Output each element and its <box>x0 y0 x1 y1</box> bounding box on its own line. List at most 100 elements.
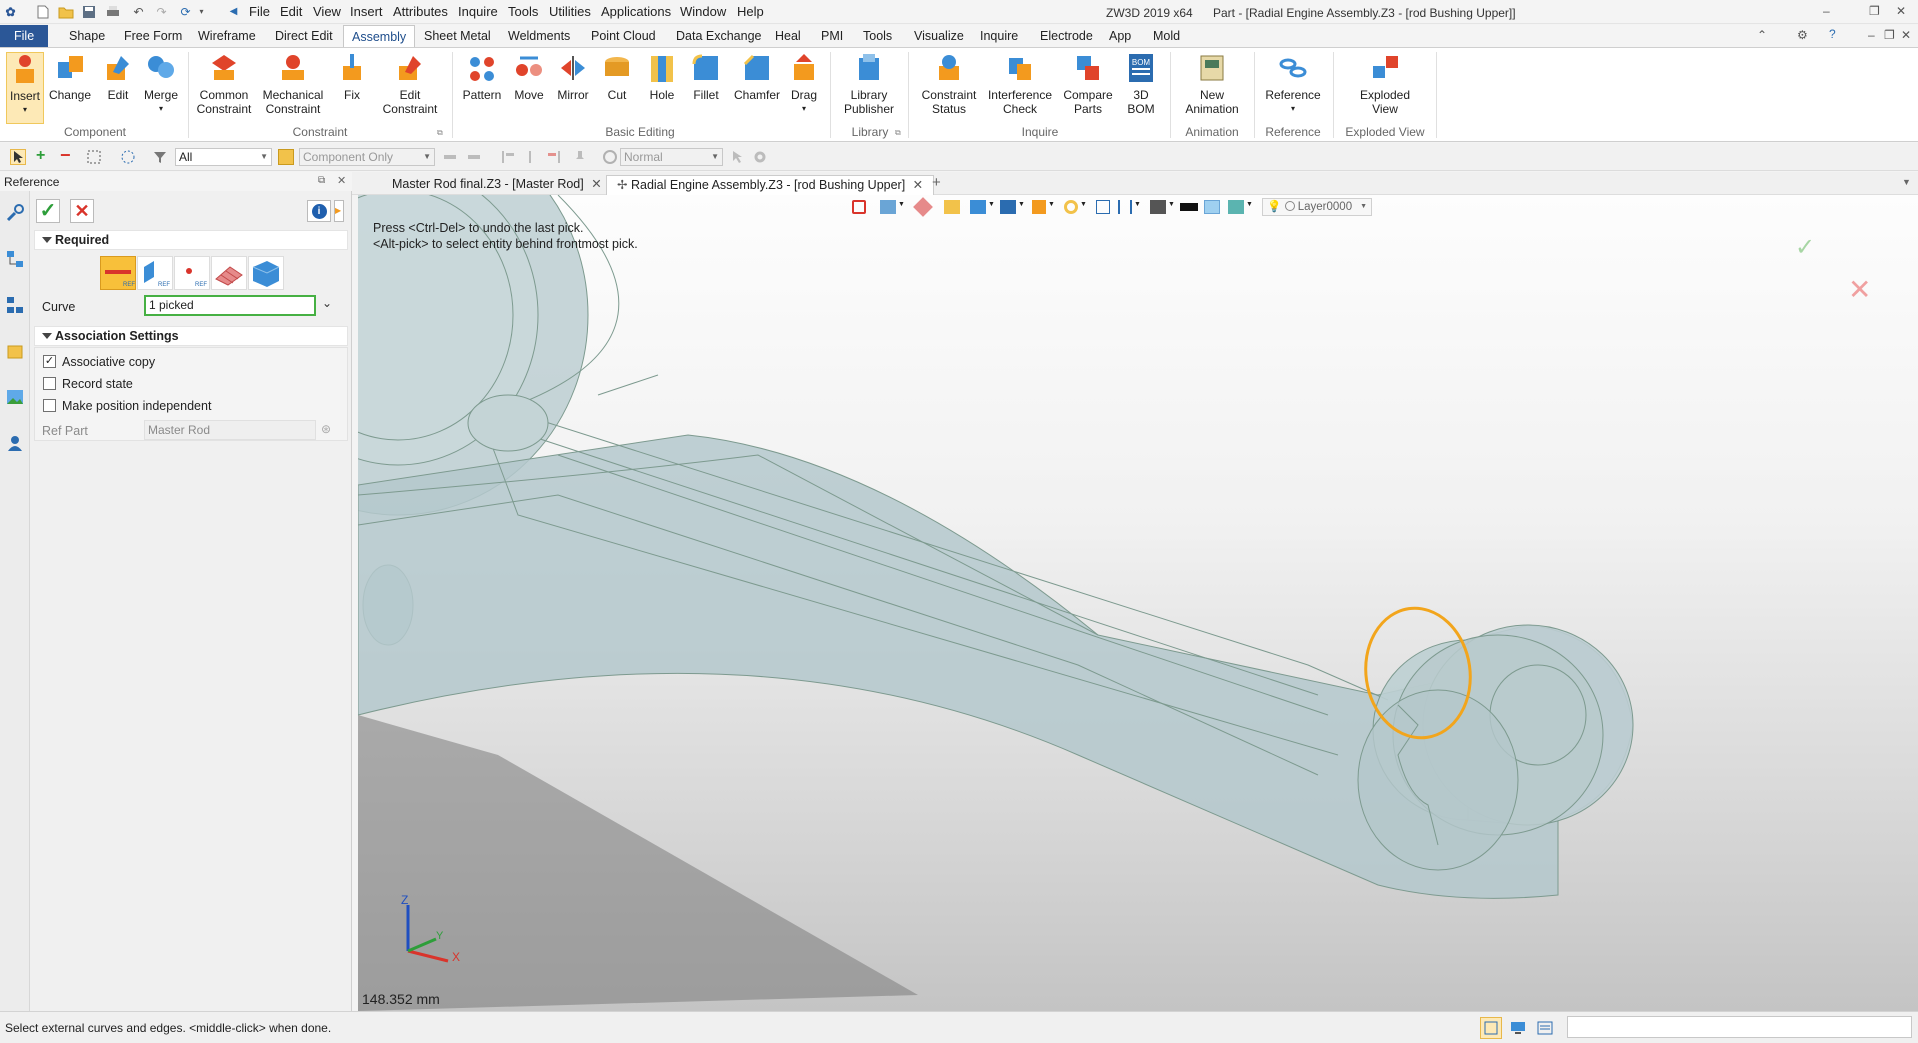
reference-button[interactable]: Reference ▾ <box>1262 52 1324 116</box>
layer-select[interactable]: 💡 Layer0000 ▼ <box>1262 198 1372 216</box>
command-input[interactable] <box>1567 1016 1912 1038</box>
settings-gear-icon[interactable]: ⚙ <box>1797 28 1808 42</box>
view-layer-icon[interactable] <box>1228 200 1244 214</box>
print-icon[interactable] <box>104 3 121 20</box>
select-pointer-icon[interactable] <box>10 149 26 165</box>
3d-bom-button[interactable]: BOM 3D BOM <box>1122 52 1160 116</box>
mechanical-constraint-button[interactable]: Mechanical Constraint <box>259 52 327 116</box>
doc-minimize-button[interactable]: – <box>1868 28 1875 42</box>
curve-type-button[interactable]: REF <box>100 256 136 290</box>
merge-button[interactable]: Merge ▾ <box>139 52 183 116</box>
menu-inquire[interactable]: Inquire <box>458 4 498 19</box>
view-background-icon[interactable] <box>1150 200 1166 214</box>
remove-icon[interactable]: − <box>60 146 76 165</box>
chevron-down-icon[interactable]: ▼ <box>1134 201 1141 208</box>
back-arrow-icon[interactable]: ◀ <box>225 3 242 20</box>
menu-window[interactable]: Window <box>680 4 726 19</box>
library-dialog-launcher-icon[interactable]: ⧉ <box>895 128 901 138</box>
history-tree-icon[interactable] <box>5 249 25 269</box>
compare-parts-button[interactable]: Compare Parts <box>1058 52 1118 116</box>
doc-tab-master-rod[interactable]: Master Rod final.Z3 - [Master Rod] ✕ <box>382 175 612 195</box>
doc-restore-button[interactable]: ❐ <box>1884 28 1895 42</box>
move-button[interactable]: Move <box>510 52 548 102</box>
status-mode-button[interactable] <box>1480 1017 1502 1039</box>
cut-button[interactable]: Cut <box>600 52 634 102</box>
component-only-select[interactable]: Component Only ▼ <box>299 148 435 166</box>
tab-visualize[interactable]: Visualize <box>906 25 972 47</box>
settings-gear-icon[interactable] <box>752 149 768 165</box>
menu-file[interactable]: File <box>249 4 270 19</box>
tab-free-form[interactable]: Free Form <box>116 25 190 47</box>
render-mode-icon[interactable] <box>602 149 618 165</box>
view-cube-icon[interactable] <box>970 200 986 214</box>
render-mode-select[interactable]: Normal ▼ <box>620 148 723 166</box>
minimize-button[interactable]: – <box>1823 4 1830 18</box>
change-button[interactable]: Change <box>48 52 92 102</box>
tab-mold[interactable]: Mold <box>1145 25 1188 47</box>
viewport-cancel-x-icon[interactable]: ✕ <box>1848 273 1871 306</box>
assembly-tree-icon[interactable] <box>5 295 25 315</box>
tab-direct-edit[interactable]: Direct Edit <box>267 25 341 47</box>
tab-heal[interactable]: Heal <box>767 25 809 47</box>
filter-icon[interactable] <box>152 149 168 165</box>
menu-view[interactable]: View <box>313 4 341 19</box>
common-constraint-button[interactable]: Common Constraint <box>193 52 255 116</box>
snap-icon[interactable] <box>442 149 458 165</box>
menu-tools[interactable]: Tools <box>508 4 538 19</box>
reference-manager-icon[interactable] <box>5 203 25 223</box>
view-dimension-icon[interactable] <box>1118 200 1132 214</box>
box-select-icon[interactable] <box>86 149 102 165</box>
view-exit-icon[interactable] <box>852 200 866 214</box>
ref-part-field[interactable]: Master Rod <box>144 420 316 440</box>
tab-electrode[interactable]: Electrode <box>1032 25 1101 47</box>
part-box-icon[interactable] <box>5 341 25 361</box>
position-independent-checkbox[interactable] <box>43 399 56 412</box>
surface-type-button[interactable] <box>211 256 247 290</box>
restore-button[interactable]: ❐ <box>1869 4 1880 18</box>
save-icon[interactable] <box>80 3 97 20</box>
new-tab-icon[interactable]: + <box>932 174 941 191</box>
insert-button[interactable]: Insert ▾ <box>6 52 44 124</box>
cancel-button[interactable]: ✕ <box>70 199 94 223</box>
3d-viewport[interactable]: ▼ ▼ ▼ ▼ ▼ ▼ ▼ ▼ 💡 Layer0000 ▼ Press <Ctr… <box>358 195 1918 1011</box>
model-canvas[interactable] <box>358 195 1918 1011</box>
align-left-icon[interactable] <box>500 149 516 165</box>
tab-shape[interactable]: Shape <box>61 25 113 47</box>
tab-app[interactable]: App <box>1101 25 1139 47</box>
menu-edit[interactable]: Edit <box>280 4 302 19</box>
app-logo-icon[interactable]: ✿ <box>2 3 19 20</box>
pin-panel-icon[interactable]: ⧉ <box>318 175 325 186</box>
fillet-button[interactable]: Fillet <box>688 52 724 102</box>
library-publisher-button[interactable]: Library Publisher <box>838 52 900 116</box>
mirror-button[interactable]: Mirror <box>553 52 593 102</box>
help-icon[interactable]: ? <box>1829 27 1836 41</box>
menu-applications[interactable]: Applications <box>601 4 671 19</box>
menu-help[interactable]: Help <box>737 4 764 19</box>
tab-sheet-metal[interactable]: Sheet Metal <box>416 25 499 47</box>
align-center-icon[interactable] <box>522 149 538 165</box>
chevron-down-icon[interactable]: ▼ <box>1018 201 1025 208</box>
redo-icon[interactable]: ↷ <box>153 3 170 20</box>
collapse-ribbon-icon[interactable]: ⌃ <box>1757 28 1767 42</box>
user-icon[interactable] <box>5 433 25 453</box>
chevron-down-icon[interactable]: ▼ <box>1246 201 1253 208</box>
hole-button[interactable]: Hole <box>644 52 680 102</box>
view-section-icon[interactable] <box>1032 200 1046 214</box>
curve-field[interactable]: 1 picked <box>144 295 316 316</box>
pin-icon[interactable] <box>572 149 588 165</box>
chevron-double-down-icon[interactable]: ⌄ <box>322 296 332 310</box>
component-filter-icon[interactable] <box>278 149 294 165</box>
view-display-icon[interactable] <box>1000 200 1016 214</box>
drag-button[interactable]: Drag ▾ <box>785 52 823 116</box>
solid-type-button[interactable] <box>248 256 284 290</box>
constraint-status-button[interactable]: Constraint Status <box>916 52 982 116</box>
lasso-icon[interactable] <box>120 149 136 165</box>
open-folder-icon[interactable] <box>57 3 74 20</box>
view-measure-icon[interactable] <box>913 197 933 217</box>
menu-insert[interactable]: Insert <box>350 4 383 19</box>
viewport-ok-check-icon[interactable]: ✓ <box>1795 233 1815 262</box>
view-transparency-icon[interactable] <box>1204 200 1220 214</box>
point-type-button[interactable]: REF <box>174 256 210 290</box>
tab-weldments[interactable]: Weldments <box>500 25 578 47</box>
snap-grid-icon[interactable] <box>466 149 482 165</box>
